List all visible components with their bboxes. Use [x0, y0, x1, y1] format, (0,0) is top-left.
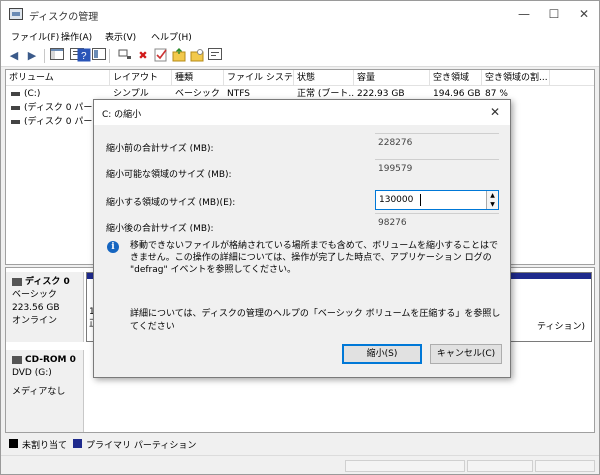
disk-type: ベーシック — [12, 290, 57, 300]
cancel-button[interactable]: キャンセル(C) — [430, 344, 502, 364]
help-message: 詳細については、ディスクの管理のヘルプの「ベーシック ボリュームを圧縮する」を参… — [130, 309, 501, 332]
disk-name: ディスク 0 — [25, 277, 70, 287]
volume-list-header: ボリューム レイアウト 種類 ファイル システム 状態 容量 空き領域 空き領域… — [6, 70, 594, 86]
partition-type-label: ティション) — [537, 322, 585, 332]
total-size-before-value: 228276 — [375, 133, 499, 155]
status-segment — [535, 460, 595, 472]
shrink-amount-label: 縮小する領域のサイズ (MB)(E): — [106, 198, 236, 208]
disk-size: 223.56 GB — [12, 303, 60, 313]
disk-management-icon — [9, 8, 23, 20]
unallocated-swatch — [9, 439, 18, 448]
console-tree-icon[interactable] — [49, 48, 65, 64]
status-segment — [345, 460, 465, 472]
window-title: ディスクの管理 — [29, 12, 99, 23]
legend: 未割り当て プライマリ パーティション — [5, 435, 595, 453]
cdrom-0-label[interactable]: CD-ROM 0 DVD (G:) メディアなし — [6, 350, 84, 432]
toolbar-separator — [109, 49, 110, 63]
help-icon[interactable]: ? — [76, 48, 92, 64]
forward-icon[interactable]: ▶ — [24, 48, 40, 64]
volume-name: (ディスク 0 パーティ — [24, 117, 98, 127]
column-file-system[interactable]: ファイル システム — [224, 70, 294, 86]
column-volume[interactable]: ボリューム — [6, 70, 110, 86]
text-caret — [420, 194, 421, 206]
disk-icon — [12, 277, 22, 286]
drive-icon — [11, 119, 20, 124]
info-icon: i — [107, 241, 119, 253]
cdrom-media: メディアなし — [12, 387, 66, 397]
menu-help[interactable]: ヘルプ(H) — [151, 30, 192, 43]
minimize-button[interactable]: — — [509, 1, 539, 27]
help-topics-icon[interactable] — [91, 48, 107, 64]
back-icon[interactable]: ◀ — [6, 48, 22, 64]
legend-unallocated: 未割り当て — [22, 441, 68, 451]
total-size-after-value: 98276 — [375, 213, 499, 235]
column-status[interactable]: 状態 — [294, 70, 354, 86]
column-layout[interactable]: レイアウト — [110, 70, 172, 86]
column-free-space[interactable]: 空き領域 — [430, 70, 482, 86]
disk-status: オンライン — [12, 316, 58, 326]
legend-primary: プライマリ パーティション — [86, 441, 197, 451]
info-message: 移動できないファイルが格納されている場所までも含めて、ボリュームを縮小することは… — [130, 241, 499, 275]
toolbar-separator — [44, 49, 45, 63]
available-shrink-label: 縮小可能な領域のサイズ (MB): — [106, 170, 232, 180]
shrink-dialog: C: の縮小 ✕ 縮小前の合計サイズ (MB): 228276 縮小可能な領域の… — [93, 99, 511, 378]
menu-bar: ファイル(F) 操作(A) 表示(V) ヘルプ(H) — [1, 27, 599, 45]
spin-down-button[interactable]: ▼ — [487, 200, 498, 209]
menu-action[interactable]: 操作(A) — [61, 30, 92, 43]
menu-view[interactable]: 表示(V) — [105, 30, 136, 43]
spin-buttons: ▲ ▼ — [486, 191, 498, 209]
shrink-amount-input[interactable]: 130000 — [379, 195, 413, 205]
column-percent-free[interactable]: 空き領域の割... — [482, 70, 550, 86]
menu-file[interactable]: ファイル(F) — [11, 30, 59, 43]
disk-0-label[interactable]: ディスク 0 ベーシック 223.56 GB オンライン — [6, 272, 84, 342]
delete-icon[interactable]: ✖ — [135, 48, 151, 64]
column-capacity[interactable]: 容量 — [354, 70, 430, 86]
shrink-amount-stepper[interactable]: 130000 ▲ ▼ — [375, 190, 499, 210]
close-button[interactable]: ✕ — [569, 1, 599, 27]
check-icon[interactable] — [153, 48, 169, 64]
primary-swatch — [73, 439, 82, 448]
cdrom-icon — [12, 355, 22, 364]
column-type[interactable]: 種類 — [172, 70, 224, 86]
dialog-title: C: の縮小 — [102, 110, 142, 120]
toolbar: ◀ ▶ ? ✖ — [1, 45, 599, 67]
cdrom-name: CD-ROM 0 — [25, 355, 76, 365]
total-size-before-label: 縮小前の合計サイズ (MB): — [106, 144, 214, 154]
maximize-button[interactable]: ☐ — [539, 1, 569, 27]
drive-icon — [11, 105, 20, 110]
drive-icon — [11, 91, 20, 96]
total-size-after-label: 縮小後の合計サイズ (MB): — [106, 224, 214, 234]
dialog-close-button[interactable]: ✕ — [480, 100, 510, 125]
open-folder-icon[interactable] — [189, 48, 205, 64]
connect-icon[interactable] — [117, 48, 133, 64]
view-icon[interactable] — [207, 48, 223, 64]
svg-text:?: ? — [81, 51, 87, 62]
cdrom-drive: DVD (G:) — [12, 368, 52, 378]
volume-name: (ディスク 0 パーティ — [24, 103, 98, 113]
dialog-title-bar: C: の縮小 ✕ — [94, 100, 510, 125]
status-segment — [467, 460, 533, 472]
volume-name: (C:) — [24, 89, 41, 99]
spin-up-button[interactable]: ▲ — [487, 191, 498, 200]
status-bar — [1, 455, 599, 474]
available-shrink-value: 199579 — [375, 159, 499, 181]
shrink-button[interactable]: 縮小(S) — [342, 344, 422, 364]
new-folder-icon[interactable] — [171, 48, 187, 64]
title-bar: ディスクの管理 — ☐ ✕ — [1, 1, 599, 27]
